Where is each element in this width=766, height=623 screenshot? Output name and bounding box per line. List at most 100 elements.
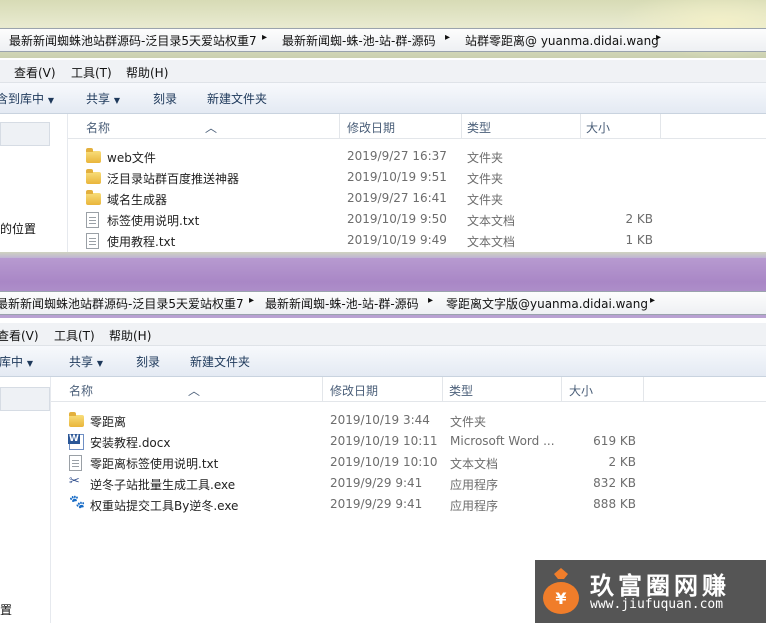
watermark-brand: 玖富圈网赚 bbox=[590, 572, 730, 600]
menu-help[interactable]: 帮助(H) bbox=[126, 64, 168, 81]
column-date[interactable]: 修改日期 bbox=[347, 119, 395, 136]
text-file-icon bbox=[69, 455, 82, 471]
svg-text:¥: ¥ bbox=[555, 589, 566, 608]
column-size[interactable]: 大小 bbox=[586, 119, 610, 136]
column-date[interactable]: 修改日期 bbox=[330, 382, 378, 399]
menu-help[interactable]: 帮助(H) bbox=[109, 327, 151, 344]
word-doc-icon bbox=[68, 434, 84, 450]
folder-icon bbox=[86, 169, 101, 184]
column-divider[interactable] bbox=[561, 377, 562, 401]
file-row[interactable]: ✂ 逆冬子站批量生成工具.exe 2019/9/29 9:41 应用程序 832 KB bbox=[0, 473, 766, 494]
file-size: 2 KB bbox=[608, 455, 636, 469]
file-row[interactable]: 泛目录站群百度推送神器 2019/10/19 9:51 文件夹 bbox=[0, 167, 766, 188]
file-date: 2019/10/19 9:50 bbox=[347, 212, 447, 226]
file-name: 零距离 bbox=[90, 415, 127, 429]
file-type: 应用程序 bbox=[450, 499, 499, 513]
breadcrumb-chevron-icon[interactable]: ▸ bbox=[249, 295, 254, 306]
file-row[interactable]: 🐾 权重站提交工具By逆冬.exe 2019/9/29 9:41 应用程序 888 KB bbox=[0, 494, 766, 515]
menu-tools[interactable]: 工具(T) bbox=[71, 64, 112, 81]
breadcrumb-chevron-icon[interactable]: ▸ bbox=[445, 32, 450, 43]
burn-button[interactable]: 刻录 bbox=[136, 353, 160, 370]
include-in-library-button[interactable]: 含到库中 ▼ bbox=[0, 90, 54, 107]
file-type: 应用程序 bbox=[450, 478, 499, 492]
column-divider[interactable] bbox=[339, 114, 340, 138]
breadcrumb-segment[interactable]: 站群零距离@ yuanma.didai.wang bbox=[465, 32, 659, 49]
column-name[interactable]: 名称 bbox=[69, 382, 93, 399]
nav-selected-item[interactable] bbox=[0, 387, 50, 411]
column-divider[interactable] bbox=[660, 114, 661, 138]
file-type: 文本文档 bbox=[450, 457, 499, 471]
file-date: 2019/10/19 10:10 bbox=[330, 455, 438, 469]
file-name: 泛目录站群百度推送神器 bbox=[107, 172, 240, 186]
text-file-icon bbox=[86, 212, 99, 228]
file-row[interactable]: 使用教程.txt 2019/10/19 9:49 文本文档 1 KB bbox=[0, 230, 766, 251]
file-row[interactable]: 标签使用说明.txt 2019/10/19 9:50 文本文档 2 KB bbox=[0, 209, 766, 230]
column-size[interactable]: 大小 bbox=[569, 382, 593, 399]
file-size: 2 KB bbox=[625, 212, 653, 226]
address-bar[interactable]: 最新新闻蜘蛛池站群源码-泛目录5天爱站权重7 ▸ 最新新闻蜘-蛛-池-站-群-源… bbox=[0, 291, 766, 315]
file-date: 2019/9/27 16:41 bbox=[347, 191, 447, 205]
share-button[interactable]: 共享 ▼ bbox=[86, 90, 120, 107]
dropdown-arrow-icon: ▼ bbox=[47, 96, 54, 105]
column-headers: 名称 ︿ 修改日期 类型 大小 bbox=[51, 377, 766, 402]
sort-ascending-icon: ︿ bbox=[188, 384, 201, 398]
breadcrumb-segment[interactable]: 最新新闻蜘蛛池站群源码-泛目录5天爱站权重7 bbox=[9, 32, 257, 49]
folder-icon bbox=[86, 190, 101, 205]
breadcrumb-segment[interactable]: 最新新闻蜘-蛛-池-站-群-源码 bbox=[282, 32, 436, 49]
nav-selected-item[interactable] bbox=[0, 122, 50, 146]
file-date: 2019/10/19 9:49 bbox=[347, 233, 447, 247]
file-type: 文件夹 bbox=[467, 151, 504, 165]
file-row[interactable]: 零距离标签使用说明.txt 2019/10/19 10:10 文本文档 2 KB bbox=[0, 452, 766, 473]
file-type: 文件夹 bbox=[467, 193, 504, 207]
menu-tools[interactable]: 工具(T) bbox=[54, 327, 95, 344]
breadcrumb-chevron-icon[interactable]: ▸ bbox=[650, 295, 655, 306]
explorer-window-1: 最新新闻蜘蛛池站群源码-泛目录5天爱站权重7 ▸ 最新新闻蜘-蛛-池-站-群-源… bbox=[0, 0, 766, 258]
breadcrumb-segment[interactable]: 零距离文字版@yuanma.didai.wang bbox=[446, 295, 648, 312]
file-row[interactable]: 安装教程.docx 2019/10/19 10:11 Microsoft Word … bbox=[0, 431, 766, 452]
address-bar[interactable]: 最新新闻蜘蛛池站群源码-泛目录5天爱站权重7 ▸ 最新新闻蜘-蛛-池-站-群-源… bbox=[0, 28, 766, 52]
file-name: 使用教程.txt bbox=[107, 235, 176, 249]
burn-button[interactable]: 刻录 bbox=[153, 90, 177, 107]
column-headers: 名称 ︿ 修改日期 类型 大小 bbox=[68, 114, 766, 139]
nav-item-locations[interactable]: 置 bbox=[0, 601, 12, 618]
menu-view[interactable]: 查看(V) bbox=[14, 64, 56, 81]
file-row[interactable]: 域名生成器 2019/9/27 16:41 文件夹 bbox=[0, 188, 766, 209]
menu-bar: 查看(V) 工具(T) 帮助(H) bbox=[0, 60, 766, 83]
breadcrumb-segment[interactable]: 最新新闻蜘-蛛-池-站-群-源码 bbox=[265, 295, 419, 312]
file-date: 2019/10/19 9:51 bbox=[347, 170, 447, 184]
column-divider[interactable] bbox=[442, 377, 443, 401]
money-bag-logo-icon: ¥ bbox=[543, 568, 579, 614]
new-folder-button[interactable]: 新建文件夹 bbox=[190, 353, 250, 370]
file-date: 2019/9/27 16:37 bbox=[347, 149, 447, 163]
breadcrumb-chevron-icon[interactable]: ▸ bbox=[262, 32, 267, 43]
include-in-library-button[interactable]: 库中 ▼ bbox=[0, 353, 33, 370]
file-date: 2019/9/29 9:41 bbox=[330, 476, 423, 490]
column-divider[interactable] bbox=[461, 114, 462, 138]
dropdown-arrow-icon: ▼ bbox=[96, 359, 103, 368]
column-divider[interactable] bbox=[580, 114, 581, 138]
menu-view[interactable]: 查看(V) bbox=[0, 327, 39, 344]
share-button[interactable]: 共享 ▼ bbox=[69, 353, 103, 370]
column-divider[interactable] bbox=[322, 377, 323, 401]
column-type[interactable]: 类型 bbox=[467, 119, 491, 136]
breadcrumb-chevron-icon[interactable]: ▸ bbox=[656, 32, 661, 43]
breadcrumb-segment[interactable]: 最新新闻蜘蛛池站群源码-泛目录5天爱站权重7 bbox=[0, 295, 244, 312]
tool-exe-icon: ✂ bbox=[69, 474, 80, 489]
command-bar: 库中 ▼ 共享 ▼ 刻录 新建文件夹 bbox=[0, 346, 766, 377]
file-row[interactable]: web文件 2019/9/27 16:37 文件夹 bbox=[0, 146, 766, 167]
column-type[interactable]: 类型 bbox=[449, 382, 473, 399]
watermark-url: www.jiufuquan.com bbox=[590, 597, 724, 612]
file-type: 文件夹 bbox=[450, 415, 487, 429]
file-name: 安装教程.docx bbox=[90, 436, 171, 450]
folder-icon bbox=[69, 412, 84, 427]
new-folder-button[interactable]: 新建文件夹 bbox=[207, 90, 267, 107]
file-name: 标签使用说明.txt bbox=[107, 214, 200, 228]
file-row[interactable]: 零距离 2019/10/19 3:44 文件夹 bbox=[0, 410, 766, 431]
file-date: 2019/10/19 10:11 bbox=[330, 434, 438, 448]
breadcrumb-chevron-icon[interactable]: ▸ bbox=[428, 295, 433, 306]
column-divider[interactable] bbox=[643, 377, 644, 401]
file-date: 2019/10/19 3:44 bbox=[330, 413, 430, 427]
file-name: 域名生成器 bbox=[107, 193, 168, 207]
column-name[interactable]: 名称 bbox=[86, 119, 110, 136]
file-size: 1 KB bbox=[625, 233, 653, 247]
